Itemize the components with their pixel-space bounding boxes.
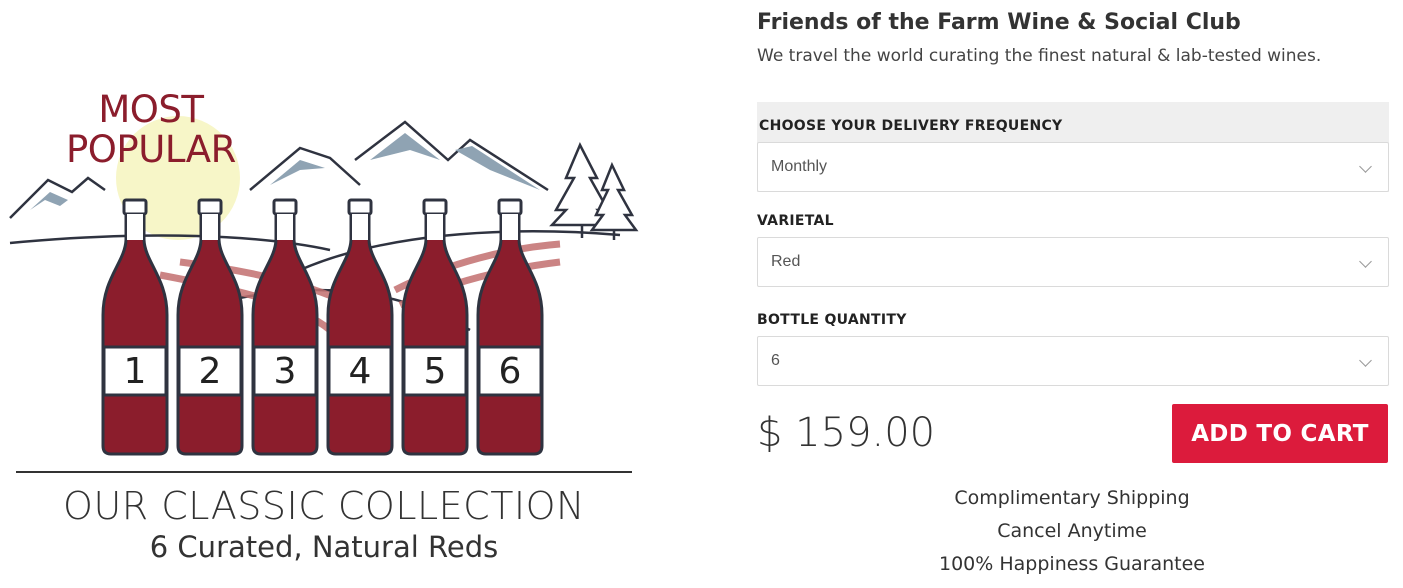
pine-trees (549, 142, 639, 240)
select-value: Red (771, 253, 801, 270)
field-label: VARIETAL (757, 213, 834, 229)
varietal-select[interactable]: Red (757, 237, 1389, 287)
product-panel: Friends of the Farm Wine & Social Club W… (757, 0, 1389, 588)
select-value: Monthly (771, 158, 828, 175)
collection-title: OUR CLASSIC COLLECTION (63, 484, 585, 528)
wine-bottle (476, 198, 544, 456)
perk-item: Cancel Anytime (997, 520, 1147, 542)
select-value: 6 (771, 352, 780, 369)
bottle-number-6: 6 (498, 351, 522, 392)
product-price: $ 159.00 (757, 410, 936, 456)
wine-scene-graphic (9, 116, 639, 473)
varietal-field: VARIETAL Red (757, 211, 1389, 287)
wine-bottle (101, 198, 169, 456)
perk-item: 100% Happiness Guarantee (939, 553, 1205, 575)
collection-illustration: MOST POPULAR 1 2 3 4 5 6 OUR CLASSIC COL… (0, 0, 650, 588)
most-popular-badge: MOST POPULAR (66, 90, 236, 170)
bottle-quantity-select[interactable]: 6 (757, 336, 1389, 386)
wine-bottle (326, 198, 394, 456)
chevron-down-icon (1359, 160, 1372, 173)
product-description: We travel the world curating the finest … (757, 46, 1322, 66)
bottle-number-4: 4 (348, 351, 372, 392)
delivery-frequency-select[interactable]: Monthly (757, 142, 1389, 192)
perk-item: Complimentary Shipping (954, 487, 1190, 509)
badge-line-2: POPULAR (66, 128, 236, 171)
bottle-number-2: 2 (198, 351, 222, 392)
product-page: MOST POPULAR 1 2 3 4 5 6 OUR CLASSIC COL… (0, 0, 1403, 588)
perks-list: Complimentary Shipping Cancel Anytime 10… (887, 482, 1257, 581)
bottle-number-1: 1 (123, 351, 147, 392)
add-to-cart-button[interactable]: ADD TO CART (1172, 404, 1388, 463)
field-label: CHOOSE YOUR DELIVERY FREQUENCY (759, 118, 1063, 134)
bottle-number-5: 5 (423, 351, 447, 392)
bottle-quantity-field: BOTTLE QUANTITY 6 (757, 310, 1389, 386)
chevron-down-icon (1359, 255, 1372, 268)
delivery-frequency-field: CHOOSE YOUR DELIVERY FREQUENCY Monthly (757, 102, 1389, 192)
chevron-down-icon (1359, 354, 1372, 367)
field-label: BOTTLE QUANTITY (757, 312, 907, 328)
wine-bottle (251, 198, 319, 456)
wine-bottle (401, 198, 469, 456)
collection-subtitle: 6 Curated, Natural Reds (149, 530, 499, 564)
bottle-number-3: 3 (273, 351, 297, 392)
badge-line-1: MOST (98, 88, 204, 131)
product-title: Friends of the Farm Wine & Social Club (757, 10, 1241, 35)
